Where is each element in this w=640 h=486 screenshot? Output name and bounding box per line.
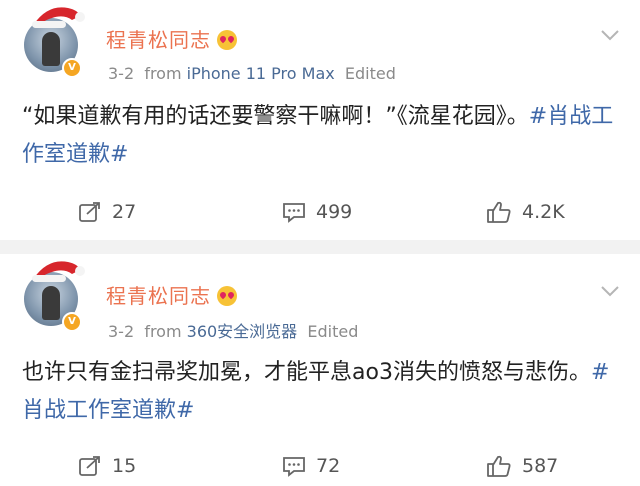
action-bar: 27 499 4.2K: [0, 192, 640, 232]
heart-eyes-emoji-icon: [217, 30, 237, 50]
author-name[interactable]: 程青松同志: [106, 280, 237, 309]
edited-label[interactable]: Edited: [307, 322, 358, 341]
post-divider: [0, 240, 640, 254]
repost-icon: [79, 456, 100, 476]
edited-label[interactable]: Edited: [345, 64, 396, 83]
comment-icon: [283, 457, 305, 477]
comment-button[interactable]: 72: [282, 446, 340, 486]
from-label: from: [144, 64, 182, 83]
post-source[interactable]: 360安全浏览器: [187, 322, 298, 341]
heart-eyes-emoji-icon: [217, 286, 237, 306]
chevron-down-icon[interactable]: [600, 28, 620, 42]
post-meta: 3-2 from 360安全浏览器 Edited: [108, 318, 358, 342]
comment-button[interactable]: 499: [282, 192, 352, 232]
weibo-post: V 程青松同志 3-2 from 360安全浏览器 Edited 也许只有金扫帚…: [0, 254, 640, 477]
like-button[interactable]: 4.2K: [486, 192, 565, 232]
avatar[interactable]: V: [20, 6, 92, 78]
post-date: 3-2: [108, 64, 135, 83]
verified-badge-icon: V: [62, 312, 82, 332]
author-name[interactable]: 程青松同志: [106, 24, 237, 53]
thumbs-up-icon: [487, 455, 511, 477]
chevron-down-icon[interactable]: [600, 284, 620, 298]
avatar[interactable]: V: [20, 260, 92, 332]
santa-hat-icon: [32, 7, 85, 28]
thumbs-up-icon: [487, 201, 511, 223]
repost-button[interactable]: 27: [78, 192, 136, 232]
post-meta: 3-2 from iPhone 11 Pro Max Edited: [108, 64, 396, 83]
like-button[interactable]: 587: [486, 446, 558, 486]
post-source[interactable]: iPhone 11 Pro Max: [187, 64, 335, 83]
santa-hat-icon: [32, 261, 85, 282]
repost-icon: [79, 202, 100, 222]
verified-badge-icon: V: [62, 58, 82, 78]
comment-icon: [283, 203, 305, 223]
from-label: from: [144, 322, 182, 341]
post-text: 也许只有金扫帚奖加冕，才能平息ao3消失的愤怒与悲伤。#肖战工作室道歉#: [22, 360, 610, 423]
weibo-post: V 程青松同志 3-2 from iPhone 11 Pro Max Edite…: [0, 0, 640, 240]
post-date: 3-2: [108, 322, 135, 341]
post-text: “如果道歉有用的话还要警察干嘛啊！”《流星花园》。#肖战工作室道歉#: [22, 104, 614, 167]
repost-button[interactable]: 15: [78, 446, 136, 486]
action-bar: 15 72 587: [0, 446, 640, 486]
